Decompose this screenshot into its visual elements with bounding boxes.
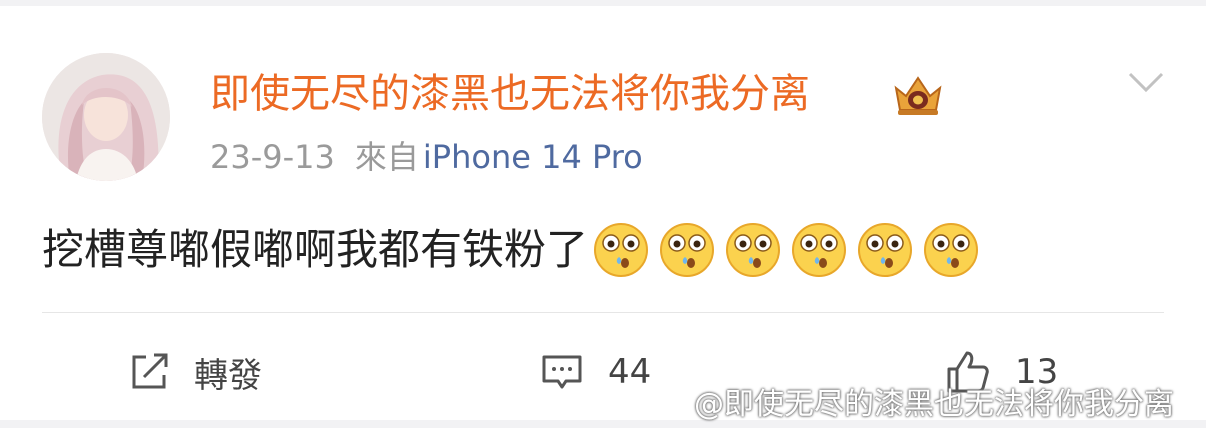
username[interactable]: 即使无尽的漆黑也无法将你我分离 <box>210 66 810 122</box>
chevron-down-icon[interactable] <box>1126 68 1166 96</box>
watermark-text: @即使无尽的漆黑也无法将你我分离 <box>694 387 1174 422</box>
repost-icon <box>132 353 168 389</box>
from-label: 來自 <box>354 138 419 176</box>
comment-icon <box>542 355 582 389</box>
post-text: 挖槽尊嘟假嘟啊我都有铁粉了 <box>42 225 589 274</box>
repost-button[interactable]: 轉發 <box>128 346 262 398</box>
shocked-emoji-icon <box>660 223 715 277</box>
shocked-emoji-icon <box>594 223 649 277</box>
post-date: 23-9-13 <box>210 138 335 176</box>
weibo-logo-icon <box>653 389 691 416</box>
comment-button[interactable]: 44 <box>540 346 651 398</box>
watermark: @即使无尽的漆黑也无法将你我分离 <box>652 380 1174 422</box>
shocked-emoji-icon <box>792 223 847 277</box>
shocked-emoji-icon <box>858 223 913 277</box>
divider <box>42 312 1164 313</box>
repost-label: 轉發 <box>194 355 262 396</box>
weibo-post-card: 即使无尽的漆黑也无法将你我分离 23-9-13 來自 iPhone 14 Pro 挖… <box>0 6 1206 420</box>
emoji-row <box>592 221 988 279</box>
shocked-emoji-icon <box>726 223 781 277</box>
vip-crown-icon[interactable] <box>888 70 948 118</box>
shocked-emoji-icon <box>924 223 979 277</box>
post-content: 挖槽尊嘟假嘟啊我都有铁粉了 <box>42 220 988 280</box>
comment-count: 44 <box>608 352 652 392</box>
post-meta: 23-9-13 來自 iPhone 14 Pro <box>210 134 643 180</box>
device-link[interactable]: iPhone 14 Pro <box>423 138 643 176</box>
avatar[interactable] <box>42 53 170 181</box>
